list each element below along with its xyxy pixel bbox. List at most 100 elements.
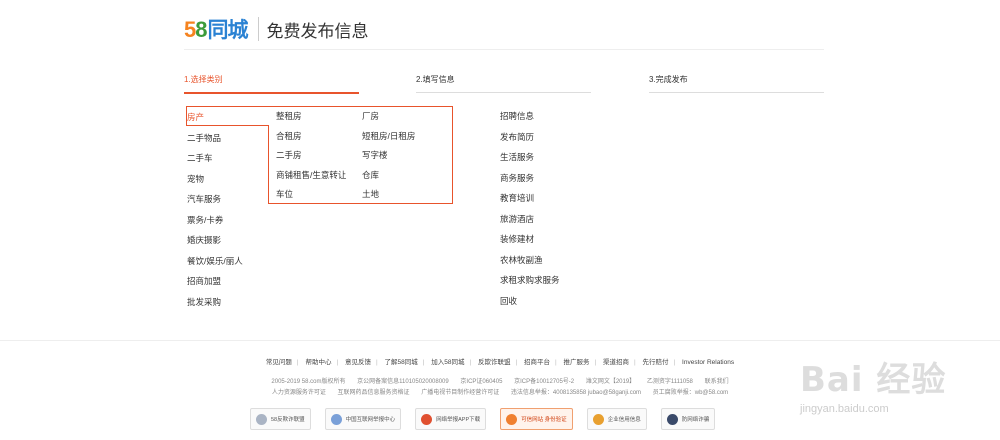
category-item[interactable]: 招商加盟	[187, 273, 243, 294]
subcategory-item[interactable]: 仓库	[362, 170, 448, 190]
baidu-watermark: Bai 经验 jingyan.baidu.com	[800, 352, 946, 415]
logo-text: 同城	[207, 19, 249, 42]
category-item[interactable]: 二手车	[187, 150, 243, 171]
category-item[interactable]: 教育培训	[500, 192, 560, 213]
category-list-right: 招聘信息 发布简历 生活服务 商务服务 教育培训 旅游酒店 装修建材 农林牧副渔…	[500, 110, 560, 315]
badge-label: 可信网站 身份验证	[521, 417, 567, 423]
footer-link[interactable]: 意见反馈	[345, 359, 371, 366]
legal-text: 违法信息举报：4008135858 jubao@58ganji.com	[510, 390, 642, 396]
category-item[interactable]: 汽车服务	[187, 191, 243, 212]
footer-link[interactable]: 反欺诈联盟	[478, 359, 511, 366]
legal-text[interactable]: 乙测资字1111058	[647, 379, 693, 385]
category-item[interactable]: 旅游酒店	[500, 213, 560, 234]
category-item[interactable]: 商务服务	[500, 172, 560, 193]
category-item[interactable]: 二手物品	[187, 130, 243, 151]
subcategory-item[interactable]: 短租房/日租房	[362, 131, 448, 151]
category-item[interactable]: 票务/卡券	[187, 212, 243, 233]
footer-link[interactable]: 渠道招商	[603, 359, 629, 366]
legal-text[interactable]: 京公网备案信息110105020008009	[357, 379, 449, 385]
footer-link[interactable]: 先行赔付	[643, 359, 669, 366]
badge-trusted-site[interactable]: 可信网站 身份验证	[500, 408, 573, 430]
shield-icon	[256, 413, 267, 425]
footer-link[interactable]: 推广服务	[564, 359, 590, 366]
police-icon	[666, 413, 678, 425]
legal-text[interactable]: 京ICP证060405	[460, 379, 502, 385]
header-divider	[257, 17, 259, 41]
trust-icon	[506, 413, 518, 425]
category-item[interactable]: 招聘信息	[500, 110, 560, 131]
legal-text[interactable]: 潍文网文【2019】	[586, 379, 635, 385]
legal-text[interactable]: 京ICP备10012705号-2	[514, 379, 574, 385]
separator: |	[469, 359, 472, 366]
subcategory-item[interactable]: 二手房	[276, 150, 362, 170]
category-item[interactable]: 生活服务	[500, 151, 560, 172]
subcategory-item[interactable]: 合租房	[276, 131, 362, 151]
subcategory-item[interactable]: 土地	[362, 189, 448, 209]
header-divider-line	[184, 49, 824, 50]
separator: |	[422, 359, 425, 366]
legal-text: 员工腐败举报：wb@58.com	[652, 390, 729, 396]
footer-link[interactable]: 了解58同城	[384, 359, 417, 366]
app-icon	[421, 413, 433, 425]
category-item[interactable]: 装修建材	[500, 233, 560, 254]
separator: |	[515, 359, 518, 366]
separator: |	[673, 359, 676, 366]
subcategory-item[interactable]: 厂房	[362, 111, 448, 131]
separator: |	[594, 359, 597, 366]
step-3-complete: 3.完成发布	[649, 74, 824, 93]
watermark-url: jingyan.baidu.com	[800, 403, 889, 415]
legal-text[interactable]: 人力资源服务许可证	[272, 390, 326, 396]
badge-report-app[interactable]: 网络举报APP下载	[415, 408, 487, 430]
footer-link[interactable]: 加入58同城	[431, 359, 464, 366]
step-1-select-category: 1.选择类别	[184, 74, 359, 94]
legal-text[interactable]: 联系我们	[705, 379, 729, 385]
report-icon	[330, 413, 342, 425]
legal-text[interactable]: 互联网药品信息服务资格证	[338, 390, 410, 396]
subcategory-item[interactable]: 整租房	[276, 111, 362, 131]
badge-label: 企业信用信息	[607, 417, 641, 423]
category-item[interactable]: 回收	[500, 295, 560, 316]
badge-anti-scam[interactable]: 防网络诈骗	[660, 408, 716, 430]
category-item[interactable]: 婚庆摄影	[187, 232, 243, 253]
logo-digit-5: 5	[184, 17, 196, 42]
footer-link[interactable]: 帮助中心	[305, 359, 331, 366]
category-list-left: 房产 二手物品 二手车 宠物 汽车服务 票务/卡券 婚庆摄影 餐饮/娱乐/丽人 …	[187, 109, 243, 314]
footer-link[interactable]: 招商平台	[524, 359, 550, 366]
subcategory-grid: 整租房 厂房 合租房 短租房/日租房 二手房 写字楼 商铺租售/生意转让 仓库 …	[276, 111, 448, 209]
category-item[interactable]: 农林牧副渔	[500, 254, 560, 275]
footer-divider	[0, 340, 1000, 341]
page-title: 免费发布信息	[266, 21, 369, 41]
category-item[interactable]: 房产	[187, 109, 243, 130]
subcategory-item[interactable]: 商铺租售/生意转让	[276, 170, 362, 190]
badge-credit-info[interactable]: 企业信用信息	[586, 408, 647, 430]
category-item[interactable]: 发布简历	[500, 131, 560, 152]
subcategory-item[interactable]: 车位	[276, 189, 362, 209]
footer-badges: 58反欺诈联盟 中国互联网举报中心 网络举报APP下载 可信网站 身份验证 企业…	[250, 408, 716, 430]
header: 5 8 同城 免费发布信息	[184, 14, 369, 44]
footer-link[interactable]: 常见问题	[266, 359, 292, 366]
step-2-fill-info: 2.填写信息	[416, 74, 591, 93]
badge-label: 防网络诈骗	[681, 417, 710, 423]
separator: |	[634, 359, 636, 366]
credit-icon	[592, 413, 604, 425]
category-item[interactable]: 宠物	[187, 171, 243, 192]
badge-label: 网络举报APP下载	[436, 417, 481, 423]
category-item[interactable]: 餐饮/娱乐/丽人	[187, 253, 243, 274]
site-logo[interactable]: 5 8 同城	[184, 14, 249, 44]
logo-digit-8: 8	[195, 17, 207, 42]
badge-anti-fraud[interactable]: 58反欺诈联盟	[250, 408, 311, 430]
badge-report-center[interactable]: 中国互联网举报中心	[324, 408, 402, 430]
separator: |	[336, 359, 339, 366]
legal-text: 2005-2019 58.com版权所有	[271, 379, 346, 385]
footer-link[interactable]: Investor Relations	[682, 359, 734, 366]
category-item[interactable]: 求租求购求服务	[500, 274, 560, 295]
separator: |	[375, 359, 378, 366]
legal-text[interactable]: 广播电视节目制作经营许可证	[421, 390, 499, 396]
subcategory-item[interactable]: 写字楼	[362, 150, 448, 170]
separator: |	[554, 359, 557, 366]
badge-label: 中国互联网举报中心	[345, 417, 396, 423]
separator: |	[296, 359, 299, 366]
badge-label: 58反欺诈联盟	[271, 417, 305, 423]
category-item[interactable]: 批发采购	[187, 294, 243, 315]
page: 5 8 同城 免费发布信息 1.选择类别 2.填写信息 3.完成发布 房产 二手…	[0, 0, 1000, 440]
